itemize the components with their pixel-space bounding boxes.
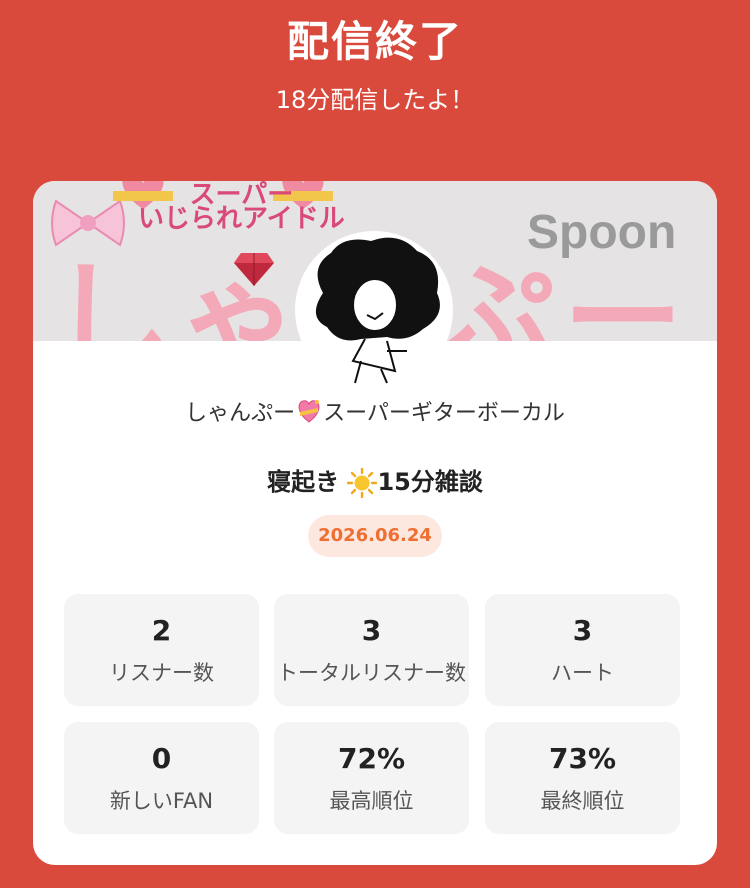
page-subtitle: 18分配信したよ！ xyxy=(275,86,475,114)
stat-value: 3 xyxy=(572,614,593,647)
live-title: 寝起き 15分雑談 xyxy=(33,462,717,498)
stat-value: 72% xyxy=(337,742,406,775)
stat-label: 最高順位 xyxy=(329,789,414,813)
banner-idol-line2: いじられアイドル xyxy=(138,204,345,234)
gem-icon xyxy=(234,253,274,286)
stat-hearts: 3 ハート xyxy=(485,594,680,706)
stat-final-rank: 73% 最終順位 xyxy=(485,722,680,834)
stat-new-fans: 0 新しいFAN xyxy=(64,722,259,834)
stat-label: ハート xyxy=(551,661,614,685)
spoon-logo: Spoon xyxy=(527,206,677,259)
stat-value: 2 xyxy=(151,614,172,647)
stat-label: トータルリスナー数 xyxy=(277,661,466,685)
date-badge: 2026.06.24 xyxy=(308,515,442,557)
sparkling-heart-icon xyxy=(298,400,320,423)
stat-value: 0 xyxy=(151,742,172,775)
profile-name-prefix: しゃんぷー xyxy=(185,401,296,426)
page-title: 配信終了 xyxy=(286,17,463,66)
stat-label: リスナー数 xyxy=(109,661,214,685)
live-title-suffix: 15分雑談 xyxy=(377,468,483,496)
profile-name: しゃんぷー スーパーギターボーカル xyxy=(33,395,717,427)
live-title-prefix: 寝起き xyxy=(267,468,340,496)
avatar-drawing-icon xyxy=(315,237,440,384)
banner-idol-text: スーパー いじられアイドル xyxy=(138,182,345,234)
stat-label: 新しいFAN xyxy=(109,789,214,813)
stat-highest-rank: 72% 最高順位 xyxy=(274,722,469,834)
avatar[interactable] xyxy=(295,231,453,389)
stat-value: 73% xyxy=(548,742,617,775)
stream-summary-card: しゃんぷー スーパー いじられアイドル Spoon xyxy=(33,181,717,865)
stat-total-listeners: 3 トータルリスナー数 xyxy=(274,594,469,706)
stat-value: 3 xyxy=(361,614,382,647)
stat-label: 最終順位 xyxy=(540,789,625,813)
profile-name-suffix: スーパーギターボーカル xyxy=(323,401,565,426)
sun-icon xyxy=(347,468,378,498)
stat-listeners: 2 リスナー数 xyxy=(64,594,259,706)
